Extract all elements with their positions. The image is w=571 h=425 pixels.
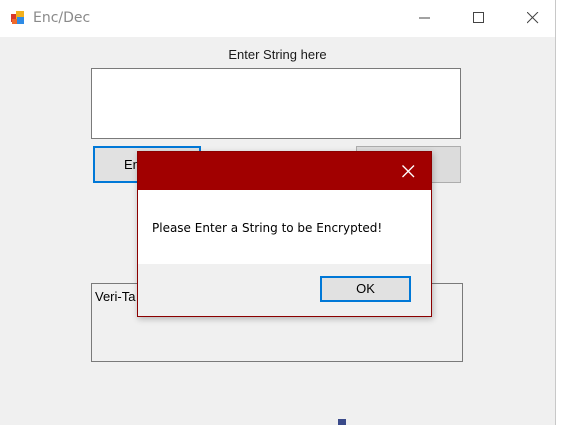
- dialog-message: Please Enter a String to be Encrypted!: [152, 221, 383, 235]
- app-icon: [10, 10, 26, 26]
- taskbar-fragment: [338, 419, 346, 425]
- output-label: Veri-Ta: [95, 289, 136, 304]
- maximize-button[interactable]: [456, 0, 502, 37]
- title-bar[interactable]: Enc/Dec: [0, 0, 555, 37]
- message-dialog: Please Enter a String to be Encrypted! O…: [137, 151, 432, 317]
- close-icon: [527, 12, 539, 24]
- dialog-footer: OK: [138, 264, 431, 316]
- input-prompt-label: Enter String here: [228, 47, 327, 62]
- dialog-close-button[interactable]: [385, 152, 431, 190]
- close-button[interactable]: [510, 0, 556, 37]
- window-title: Enc/Dec: [33, 10, 91, 26]
- minimize-icon: [419, 17, 430, 19]
- string-input[interactable]: [91, 68, 461, 139]
- minimize-button[interactable]: [402, 0, 448, 37]
- dialog-title-bar[interactable]: [138, 152, 431, 190]
- close-icon: [402, 165, 415, 178]
- maximize-icon: [473, 12, 484, 23]
- ok-button[interactable]: OK: [320, 276, 411, 302]
